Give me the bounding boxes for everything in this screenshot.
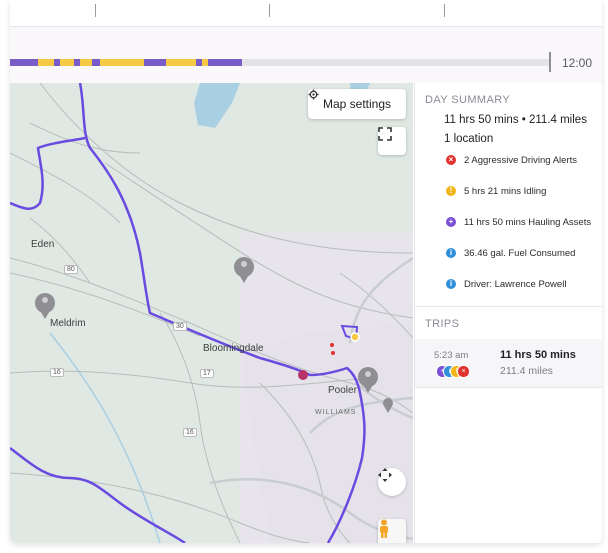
alert-text: 2 Aggressive Driving Alerts — [464, 154, 577, 166]
alert-text: 11 hrs 50 mins Hauling Assets — [464, 216, 592, 228]
road-shield: 16 — [183, 428, 197, 437]
road-shield: 30 — [173, 322, 187, 331]
move-arrows-icon — [378, 468, 392, 482]
lake — [194, 83, 240, 128]
map-settings-button[interactable]: Map settings — [308, 89, 406, 119]
warning-icon: ! — [446, 186, 456, 196]
timeline-segment-idling — [80, 59, 92, 66]
timeline-end-time: 12:00 — [562, 56, 593, 70]
summary-alert-fuel[interactable]: i 36.46 gal. Fuel Consumed — [446, 246, 575, 260]
alert-text: 36.46 gal. Fuel Consumed — [464, 247, 576, 259]
details-panel: DAY SUMMARY 11 hrs 50 mins • 211.4 miles… — [414, 83, 602, 543]
street-view-button[interactable] — [378, 519, 406, 543]
road-shield: 17 — [200, 369, 214, 378]
alert-marker[interactable] — [298, 370, 308, 380]
summary-duration-distance: 11 hrs 50 mins • 211.4 miles — [444, 114, 587, 126]
timeline-cursor[interactable] — [549, 52, 551, 72]
place-label: Meldrim — [50, 318, 86, 329]
place-label: Pooler — [328, 385, 357, 396]
idle-marker[interactable] — [350, 332, 360, 342]
plus-circle-icon: + — [446, 217, 456, 227]
map-settings-label: Map settings — [322, 97, 392, 111]
info-icon: i — [446, 248, 456, 258]
summary-locations: 1 location — [444, 133, 494, 145]
trip-duration: 11 hrs 50 mins — [500, 349, 576, 361]
info-icon: i — [446, 279, 456, 289]
route-map[interactable]: Eden Meldrim Bloomingdale Pooler WILLIAM… — [10, 83, 413, 543]
timeline-segment-idling — [100, 59, 144, 66]
map-canvas — [10, 83, 413, 543]
fullscreen-icon — [378, 127, 392, 141]
section-divider — [415, 387, 602, 388]
timeline-segment-driving — [144, 59, 166, 66]
error-icon: × — [457, 365, 470, 378]
timeline-segment-idling — [166, 59, 196, 66]
timeline-segment-idling — [60, 59, 74, 66]
place-label: WILLIAMS — [315, 409, 357, 416]
timeline-segment-driving — [92, 59, 100, 66]
activity-timeline[interactable]: 12:00 — [10, 27, 602, 84]
axis-tick — [269, 4, 270, 17]
axis-tick — [444, 4, 445, 17]
pegman-icon — [380, 519, 388, 538]
summary-alert-aggressive[interactable]: × 2 Aggressive Driving Alerts — [446, 153, 577, 167]
alert-text: Driver: Lawrence Powell — [464, 278, 567, 290]
trip-distance: 211.4 miles — [500, 365, 553, 377]
timeline-segment-driving — [10, 59, 38, 66]
day-summary-title: DAY SUMMARY — [425, 94, 511, 106]
time-axis — [10, 0, 602, 27]
trip-item[interactable]: 5:23 am + i ! × 11 hrs 50 mins 211.4 mil… — [415, 339, 602, 387]
location-marker[interactable] — [35, 293, 55, 319]
section-divider — [415, 306, 602, 307]
recenter-button[interactable] — [378, 468, 406, 496]
summary-alert-hauling[interactable]: + 11 hrs 50 mins Hauling Assets — [446, 215, 591, 229]
trip-viewer-card: 12:00 Eden Meldrim Bloomingdale Pooler W… — [10, 0, 602, 543]
road-shield: 16 — [50, 368, 64, 377]
timeline-segment-driving — [208, 59, 242, 66]
road-shield: 80 — [64, 265, 78, 274]
alert-text: 5 hrs 21 mins Idling — [464, 185, 547, 197]
activity-track[interactable] — [10, 59, 550, 66]
fullscreen-button[interactable] — [378, 127, 406, 155]
timeline-segment-idling — [38, 59, 54, 66]
place-label: Bloomingdale — [203, 343, 264, 354]
axis-tick — [95, 4, 96, 17]
trips-title: TRIPS — [425, 318, 460, 330]
error-icon: × — [446, 155, 456, 165]
summary-alert-idling[interactable]: ! 5 hrs 21 mins Idling — [446, 184, 546, 198]
gear-icon — [308, 89, 319, 100]
trip-event-icons: + i ! × — [436, 365, 476, 378]
summary-alert-driver[interactable]: i Driver: Lawrence Powell — [446, 277, 566, 291]
place-label: Eden — [31, 239, 55, 250]
trip-start-time: 5:23 am — [434, 350, 469, 361]
